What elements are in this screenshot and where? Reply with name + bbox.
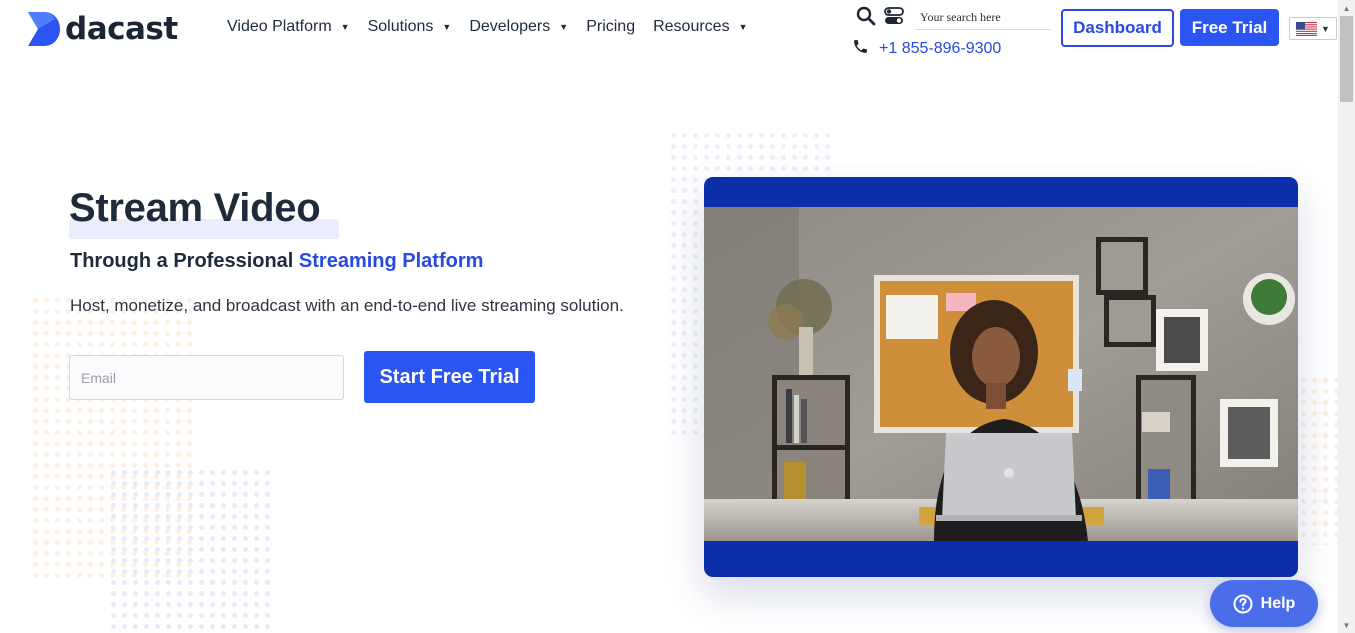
site-header: dacast Video Platform ▼ Solutions ▼ Deve… (0, 0, 1338, 62)
phone-icon (854, 40, 867, 53)
help-label: Help (1260, 594, 1296, 612)
chevron-down-icon: ▼ (1321, 23, 1330, 34)
email-field[interactable] (69, 355, 344, 400)
toggle-icon[interactable] (884, 6, 904, 26)
nav-item-label: Video Platform (227, 18, 332, 35)
language-select[interactable]: ▼ (1289, 17, 1337, 40)
hero-description: Host, monetize, and broadcast with an en… (70, 296, 624, 315)
hero-video-card[interactable] (704, 177, 1298, 577)
free-trial-button[interactable]: Free Trial (1180, 9, 1279, 46)
hero-subtitle-prefix: Through a Professional (70, 250, 299, 272)
search-input[interactable] (915, 6, 1051, 30)
help-icon (1233, 594, 1253, 613)
nav-item-video-platform[interactable]: Video Platform ▼ (227, 18, 350, 36)
caret-down-icon: ▼ (559, 22, 569, 32)
caret-down-icon: ▼ (738, 22, 748, 32)
search-icon[interactable] (856, 6, 876, 26)
nav-item-resources[interactable]: Resources ▼ (653, 18, 747, 36)
hero-title: Stream Video (69, 186, 321, 230)
scroll-down-arrow-icon[interactable]: ▼ (1338, 617, 1355, 633)
nav-item-label: Resources (653, 18, 730, 35)
nav-item-solutions[interactable]: Solutions ▼ (368, 18, 452, 36)
nav-item-label: Pricing (586, 18, 636, 35)
brand-name: dacast (65, 11, 178, 47)
nav-item-label: Solutions (367, 18, 434, 35)
dacast-logo[interactable]: dacast (28, 11, 178, 47)
hero-video-image (704, 207, 1298, 541)
caret-down-icon: ▼ (340, 22, 350, 32)
hero-subtitle-accent: Streaming Platform (298, 250, 484, 272)
caret-down-icon: ▼ (442, 22, 452, 32)
scrollbar-thumb[interactable] (1340, 16, 1353, 102)
start-free-trial-button[interactable]: Start Free Trial (364, 351, 535, 403)
nav-item-developers[interactable]: Developers ▼ (469, 18, 568, 36)
main-nav: Video Platform ▼ Solutions ▼ Developers … (227, 18, 766, 36)
help-button[interactable]: Help (1210, 580, 1318, 627)
dacast-logo-icon (28, 12, 60, 46)
hero-subtitle: Through a Professional Streaming Platfor… (70, 250, 483, 273)
nav-item-pricing[interactable]: Pricing (586, 18, 635, 36)
scroll-up-arrow-icon[interactable]: ▲ (1338, 0, 1355, 16)
us-flag-icon (1296, 21, 1317, 36)
dashboard-button[interactable]: Dashboard (1061, 9, 1174, 47)
dots-decoration-left-blue (108, 467, 273, 633)
phone-number-link[interactable]: +1 855-896-9300 (879, 40, 1001, 58)
dots-decoration-right-orange (1298, 375, 1338, 545)
nav-item-label: Developers (469, 18, 551, 35)
